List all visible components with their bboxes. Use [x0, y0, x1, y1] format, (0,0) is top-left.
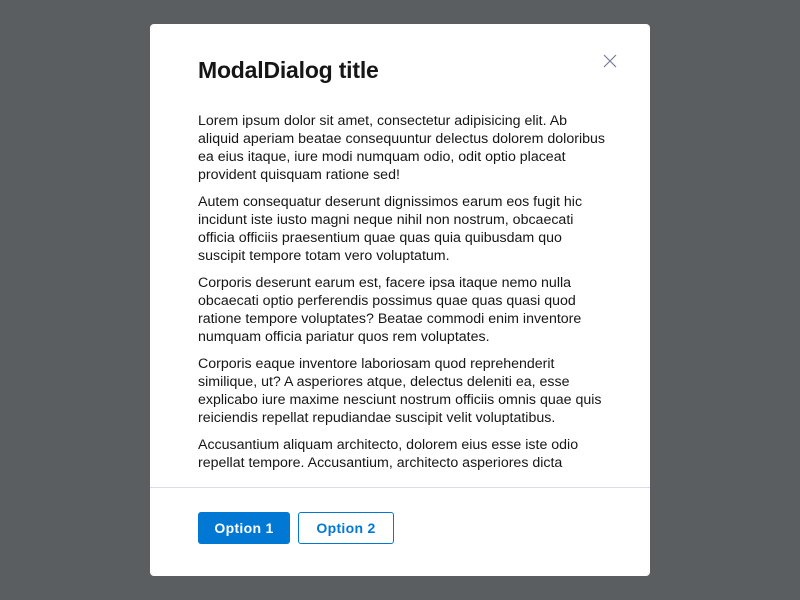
dialog-title: ModalDialog title — [198, 57, 379, 83]
option-1-button[interactable]: Option 1 — [198, 512, 290, 544]
footer-divider — [150, 487, 650, 488]
paragraph: Corporis eaque inventore laboriosam quod… — [198, 356, 602, 426]
dialog-content[interactable]: Lorem ipsum dolor sit amet, consectetur … — [198, 112, 608, 487]
paragraph: Corporis deserunt earum est, facere ipsa… — [198, 275, 582, 345]
option-2-button[interactable]: Option 2 — [298, 512, 394, 544]
paragraph: Accusantium aliquam architecto, dolorem … — [198, 437, 579, 471]
paragraph: Autem consequatur deserunt dignissimos e… — [198, 194, 583, 264]
paragraph: Lorem ipsum dolor sit amet, consectetur … — [198, 113, 605, 183]
close-icon[interactable] — [600, 51, 620, 71]
